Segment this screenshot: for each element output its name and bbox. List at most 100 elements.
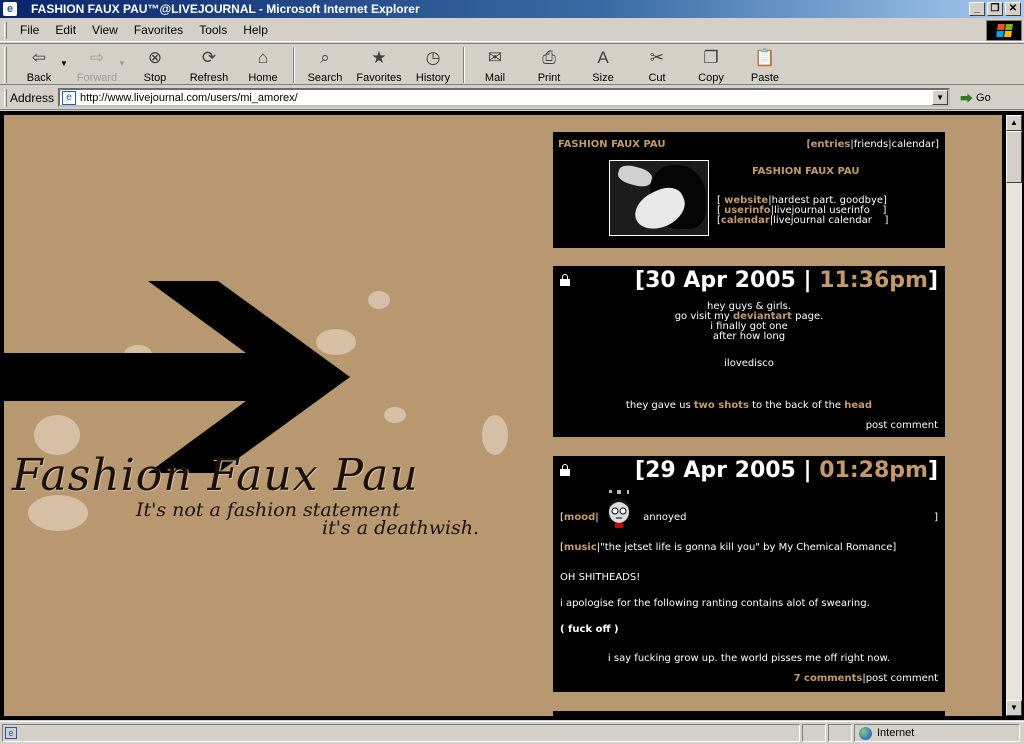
home-icon: ⌂ — [257, 48, 269, 67]
zone-label: Internet — [877, 727, 915, 739]
menu-favorites[interactable]: Favorites — [126, 23, 191, 37]
journal-entry: [30 Apr 2005 | 11:36pm] hey guys & girls… — [553, 266, 945, 437]
paint-splat — [368, 291, 390, 309]
mood-label: mood — [563, 512, 596, 523]
search-icon: ⌕ — [320, 48, 330, 67]
toolbar-separator — [293, 47, 295, 83]
url-text[interactable]: http://www.livejournal.com/users/mi_amor… — [80, 92, 932, 104]
copy-button[interactable]: ❐ Copy — [684, 44, 738, 84]
address-field[interactable]: e http://www.livejournal.com/users/mi_am… — [58, 88, 951, 107]
page-viewport: Fashion Faux Pau It's not a fashion stat… — [0, 111, 1024, 720]
security-zone-pane: Internet — [854, 724, 1020, 742]
printer-icon: ⎙ — [542, 48, 556, 67]
forward-arrow-icon: ⇨ — [89, 48, 105, 67]
entry-date-text: 29 Apr 2005 — [645, 458, 796, 483]
close-button[interactable]: ✕ — [1005, 2, 1021, 16]
menu-view[interactable]: View — [84, 23, 126, 37]
page-icon: e — [62, 90, 77, 105]
banner-title: Fashion Faux Pau — [12, 450, 419, 501]
toolbar-separator — [463, 47, 465, 83]
post-comment-link[interactable]: post comment — [866, 420, 938, 431]
home-label: Home — [248, 72, 278, 84]
cut-label: Cut — [648, 72, 666, 84]
music-value: "the jetset life is gonna kill you" by M… — [600, 542, 893, 553]
user-photo — [609, 160, 709, 236]
forward-button[interactable]: ⇨ Forward — [70, 44, 124, 84]
mail-button[interactable]: ✉ Mail — [468, 44, 522, 84]
scroll-thumb[interactable] — [1006, 131, 1022, 183]
entry-paragraph: i apologise for the following ranting co… — [560, 598, 870, 609]
stop-label: Stop — [143, 72, 167, 84]
music-label: music — [563, 542, 597, 553]
search-label: Search — [307, 72, 343, 84]
paste-label: Paste — [750, 72, 780, 84]
back-button[interactable]: ⇦ Back — [12, 44, 66, 84]
size-button[interactable]: A Size — [576, 44, 630, 84]
menu-help[interactable]: Help — [235, 23, 276, 37]
maximize-button[interactable]: ❐ — [987, 2, 1003, 16]
scroll-down-button[interactable]: ▼ — [1006, 700, 1022, 716]
status-pane — [802, 724, 826, 742]
nav-friends-link[interactable]: friends — [854, 139, 888, 150]
cut-button[interactable]: ✂ Cut — [630, 44, 684, 84]
refresh-button[interactable]: ⟳ Refresh — [182, 44, 236, 84]
paint-splat — [384, 407, 406, 423]
refresh-icon: ⟳ — [201, 48, 217, 67]
journal-header: FASHION FAUX PAU [entries|friends|calend… — [553, 132, 945, 248]
banner-tagline-2: it's a deathwish. — [322, 517, 480, 539]
menu-edit[interactable]: Edit — [47, 23, 84, 37]
scissors-icon: ✂ — [649, 48, 665, 67]
entry-line: after how long — [712, 331, 786, 342]
home-button[interactable]: ⌂ Home — [236, 44, 290, 84]
nav-entries-link[interactable]: entries — [811, 139, 851, 150]
calendar-desc: livejournal calendar — [773, 215, 872, 226]
vertical-scrollbar[interactable]: ▲ ▼ — [1006, 115, 1022, 716]
copy-label: Copy — [698, 72, 724, 84]
menu-grip[interactable] — [4, 21, 7, 39]
scroll-up-button[interactable]: ▲ — [1006, 115, 1022, 131]
mood-value: annoyed — [643, 512, 687, 523]
history-label: History — [415, 72, 451, 84]
ie-app-icon[interactable]: e — [3, 2, 17, 16]
windows-logo-icon — [986, 20, 1022, 41]
copy-icon: ❐ — [703, 48, 719, 67]
calendar-link[interactable]: calendar — [721, 215, 770, 226]
address-grip[interactable] — [4, 88, 7, 107]
back-label: Back — [26, 72, 52, 84]
entry-time: 01:28pm — [819, 458, 928, 483]
go-button[interactable]: ⮕ Go — [960, 88, 991, 107]
standard-toolbar: ⇦ Back ▼ ⇨ Forward ▼ ⊗ Stop ⟳ Refresh ⌂ … — [0, 43, 1024, 85]
title-bar: e FASHION FAUX PAU™@LIVEJOURNAL - Micros… — [0, 0, 1024, 18]
header-title: FASHION FAUX PAU — [752, 166, 860, 177]
journal-nav: [entries|friends|calendar] — [806, 139, 939, 150]
address-dropdown-button[interactable]: ▼ — [932, 90, 949, 105]
entry-footer: 7 comments|post comment — [793, 673, 938, 684]
journal-name[interactable]: FASHION FAUX PAU — [558, 139, 665, 150]
post-comment-link[interactable]: post comment — [866, 673, 938, 684]
lj-cut-link[interactable]: ( fuck off ) — [560, 624, 619, 635]
mood-line: [mood| annoyed] — [560, 512, 938, 523]
go-label: Go — [976, 91, 991, 104]
entry-date: [29 Apr 2005 | 01:28pm] — [635, 458, 938, 483]
entry-date-text: 30 Apr 2005 — [645, 268, 796, 293]
print-button[interactable]: ⎙ Print — [522, 44, 576, 84]
paste-button[interactable]: 📋 Paste — [738, 44, 792, 84]
stop-button[interactable]: ⊗ Stop — [128, 44, 182, 84]
menu-tools[interactable]: Tools — [191, 23, 235, 37]
status-main-pane: e — [2, 724, 800, 742]
print-label: Print — [537, 72, 561, 84]
nav-calendar-link[interactable]: calendar — [892, 139, 935, 150]
menu-file[interactable]: File — [12, 23, 47, 37]
status-bar: e Internet — [0, 721, 1024, 744]
address-label: Address — [10, 90, 55, 105]
minimize-button[interactable]: _ — [969, 2, 985, 16]
comments-link[interactable]: 7 comments — [794, 673, 863, 684]
toolbar-grip[interactable] — [4, 47, 7, 83]
history-button[interactable]: ◷ History — [406, 44, 460, 84]
favorites-button[interactable]: ★ Favorites — [352, 44, 406, 84]
font-size-icon: A — [597, 48, 609, 67]
internet-globe-icon — [859, 726, 872, 740]
entry-line: ilovedisco — [724, 358, 774, 369]
paint-splat — [482, 415, 508, 455]
search-button[interactable]: ⌕ Search — [298, 44, 352, 84]
